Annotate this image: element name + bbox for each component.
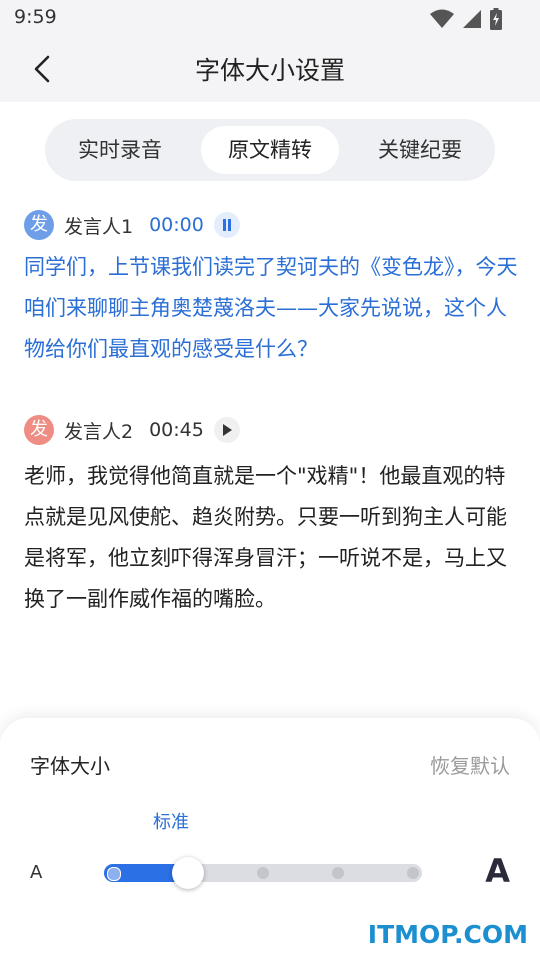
status-bar: 9:59 bbox=[0, 0, 540, 36]
avatar: 发 bbox=[24, 415, 54, 445]
signal-icon bbox=[463, 10, 481, 28]
slider-step-dot[interactable] bbox=[332, 867, 344, 879]
tab-bar: 实时录音 原文精转 关键纪要 bbox=[45, 119, 495, 181]
tab-realtime-recording[interactable]: 实时录音 bbox=[51, 126, 189, 174]
timestamp: 00:00 bbox=[149, 214, 204, 236]
pause-icon bbox=[222, 219, 231, 231]
avatar: 发 bbox=[24, 210, 54, 240]
tab-transcript[interactable]: 原文精转 bbox=[201, 126, 339, 174]
transcript-text-2: 老师，我觉得他简直就是一个"戏精"！他最直观的特点就是见风使舵、趋炎附势。只要一… bbox=[24, 464, 507, 611]
timestamp: 00:45 bbox=[149, 419, 204, 441]
pause-button[interactable] bbox=[213, 212, 240, 238]
reset-default-button[interactable]: 恢复默认 bbox=[430, 750, 510, 779]
play-icon bbox=[222, 424, 232, 436]
small-font-icon: A bbox=[30, 862, 43, 883]
header-bar: 字体大小设置 bbox=[0, 36, 540, 102]
speaker-row-2: 发 发言人2 00:45 bbox=[24, 415, 240, 445]
battery-icon bbox=[490, 8, 502, 30]
slider-thumb[interactable] bbox=[172, 857, 204, 889]
panel-title: 字体大小 bbox=[30, 754, 110, 778]
transcript-text-1: 同学们，上节课我们读完了契诃夫的《变色龙》，今天咱们来聊聊主角奥楚蔑洛夫——大家… bbox=[24, 255, 518, 361]
slider-step-dot[interactable] bbox=[107, 867, 121, 881]
speaker-name: 发言人2 bbox=[64, 420, 134, 443]
play-button[interactable] bbox=[213, 417, 240, 443]
tab-key-summary[interactable]: 关键纪要 bbox=[351, 126, 489, 174]
watermark: ITMOP.COM bbox=[367, 920, 528, 949]
page-title: 字体大小设置 bbox=[194, 56, 345, 85]
status-time: 9:59 bbox=[14, 6, 57, 28]
large-font-icon: A bbox=[485, 852, 510, 890]
wifi-icon bbox=[430, 9, 454, 28]
current-level-label: 标准 bbox=[153, 812, 189, 833]
speaker-name: 发言人1 bbox=[64, 215, 134, 238]
font-size-slider[interactable] bbox=[104, 857, 422, 889]
slider-step-dot[interactable] bbox=[257, 867, 269, 879]
speaker-row-1: 发 发言人1 00:00 bbox=[24, 210, 240, 240]
slider-step-dot[interactable] bbox=[407, 867, 419, 879]
